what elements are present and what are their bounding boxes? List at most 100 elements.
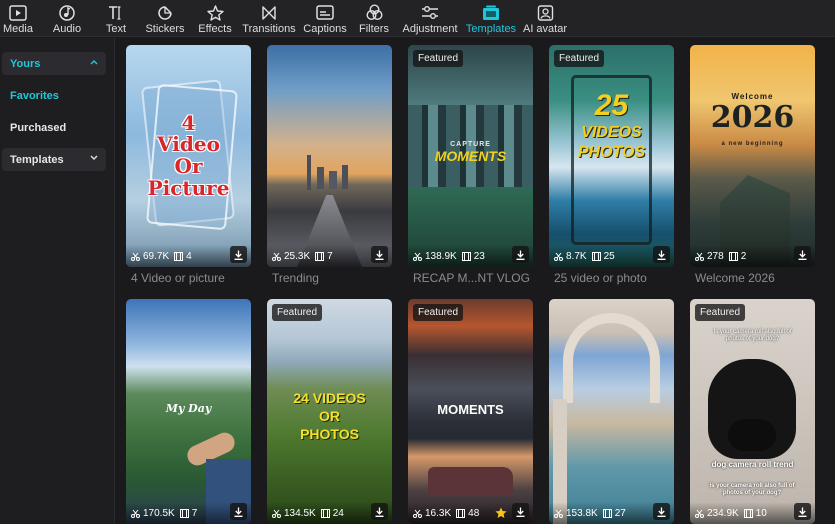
scissors-icon: [695, 252, 704, 261]
template-card[interactable]: 25.3K 7: [267, 45, 392, 267]
thumbnail-overlay-text: dog camera roll trend: [711, 460, 794, 469]
scissors-icon: [131, 509, 140, 518]
thumbnail-overlay-text: Picture: [147, 176, 230, 200]
template-card[interactable]: 4 Video Or Picture 69.7K 4: [126, 45, 251, 267]
thumbnail-overlay-text: Is your camera roll also full of photos …: [713, 329, 792, 343]
tab-templates[interactable]: Templates: [465, 0, 517, 37]
tab-media-label: Media: [3, 23, 33, 35]
sidebar-item-templates[interactable]: Templates: [2, 148, 106, 171]
clips-icon: [456, 508, 466, 518]
download-button[interactable]: [794, 246, 811, 263]
template-card[interactable]: 153.8K 27: [549, 299, 674, 524]
download-button[interactable]: [230, 246, 247, 263]
uses-count: 8.7K: [566, 250, 587, 262]
template-grid: 4 Video Or Picture 69.7K 4 4 Video or pi…: [116, 38, 835, 524]
template-card[interactable]: Is your camera roll also full of photos …: [690, 299, 815, 524]
tab-ai-avatar[interactable]: AI avatar: [522, 0, 568, 37]
clips-count: 4: [186, 250, 192, 262]
scissors-icon: [695, 509, 704, 518]
template-card[interactable]: 25 VIDEOS PHOTOS Featured 8.7K 25: [549, 45, 674, 267]
filters-icon: [365, 3, 383, 22]
sidebar: Yours Favorites Purchased Templates: [0, 38, 115, 524]
download-icon: [234, 507, 243, 517]
tab-audio[interactable]: Audio: [50, 0, 84, 37]
tab-media[interactable]: Media: [3, 0, 33, 37]
featured-badge: Featured: [554, 50, 605, 67]
download-button[interactable]: [794, 503, 811, 520]
template-thumbnail: CAPTURE MOMENTS: [408, 45, 533, 267]
template-card[interactable]: Welcome 2026 a new beginning 278 2: [690, 45, 815, 267]
featured-badge: Featured: [413, 50, 464, 67]
transitions-icon: [261, 3, 277, 22]
template-thumbnail: MOMENTS: [408, 299, 533, 524]
ai-avatar-icon: [537, 3, 554, 22]
captions-icon: [316, 3, 334, 22]
template-title: RECAP M...NT VLOG: [413, 271, 530, 285]
template-thumbnail: Is your camera roll also full of photos …: [690, 299, 815, 524]
uses-count: 234.9K: [707, 507, 739, 519]
download-button[interactable]: [371, 246, 388, 263]
tab-effects-label: Effects: [198, 23, 232, 35]
download-button[interactable]: [512, 246, 529, 263]
download-button[interactable]: [371, 503, 388, 520]
tab-filters[interactable]: Filters: [358, 0, 390, 37]
template-thumbnail: [267, 45, 392, 267]
clips-icon: [315, 251, 325, 261]
download-icon: [798, 507, 807, 517]
tab-stickers[interactable]: Stickers: [144, 0, 186, 37]
scissors-icon: [413, 252, 422, 261]
tab-captions[interactable]: Captions: [302, 0, 348, 37]
featured-badge: Featured: [695, 304, 746, 321]
thumbnail-overlay-text: CAPTURE: [450, 141, 491, 148]
template-card[interactable]: 24 VIDEOS OR PHOTOS Featured 134.5K 24: [267, 299, 392, 524]
thumbnail-overlay-text: MOMENTS: [434, 148, 507, 164]
thumbnail-overlay-text: PHOTOS: [577, 144, 646, 161]
featured-badge: Featured: [272, 304, 323, 321]
template-thumbnail: 4 Video Or Picture: [126, 45, 251, 267]
tab-ai-avatar-label: AI avatar: [522, 23, 568, 35]
template-title: 4 Video or picture: [131, 271, 225, 285]
scissors-icon: [272, 509, 281, 518]
download-button[interactable]: [653, 503, 670, 520]
scissors-icon: [413, 509, 422, 518]
sidebar-item-favorites[interactable]: Favorites: [2, 84, 106, 107]
thumbnail-overlay-text: Or: [174, 154, 203, 178]
text-icon: [107, 3, 125, 22]
chevron-down-icon: [90, 155, 98, 160]
thumbnail-overlay-text: a new beginning: [721, 141, 784, 147]
tab-transitions-label: Transitions: [242, 23, 296, 35]
clips-icon: [179, 508, 189, 518]
download-icon: [375, 250, 384, 260]
top-toolbar: Media Audio Text Stickers Effects Transi…: [0, 0, 835, 37]
uses-count: 25.3K: [284, 250, 311, 262]
download-icon: [375, 507, 384, 517]
tab-audio-label: Audio: [52, 23, 82, 35]
templates-icon: [482, 3, 500, 22]
tab-text[interactable]: Text: [103, 0, 129, 37]
template-card[interactable]: My Day 170.5K 7: [126, 299, 251, 524]
download-button[interactable]: [512, 503, 529, 520]
clips-count: 27: [614, 507, 626, 519]
thumbnail-overlay-text: My Day: [165, 402, 212, 415]
tab-adjustment[interactable]: Adjustment: [401, 0, 459, 37]
thumbnail-overlay-text: 2026: [710, 100, 795, 135]
sidebar-item-yours[interactable]: Yours: [2, 52, 106, 75]
thumbnail-overlay-text: 25: [594, 89, 629, 122]
tab-transitions[interactable]: Transitions: [241, 0, 297, 37]
thumbnail-overlay-text: Video: [157, 132, 220, 156]
download-button[interactable]: [653, 246, 670, 263]
thumbnail-overlay-text: VIDEOS: [581, 124, 642, 141]
template-thumbnail: My Day: [126, 299, 251, 524]
thumbnail-overlay-text: PHOTOS: [300, 426, 359, 442]
uses-count: 69.7K: [143, 250, 170, 262]
tab-templates-label: Templates: [465, 23, 517, 35]
clips-count: 48: [468, 507, 480, 519]
scissors-icon: [272, 252, 281, 261]
thumbnail-overlay-text: 24 VIDEOS: [293, 390, 366, 406]
template-card[interactable]: MOMENTS Featured 16.3K 48: [408, 299, 533, 524]
tab-effects[interactable]: Effects: [196, 0, 234, 37]
sidebar-item-purchased[interactable]: Purchased: [2, 116, 106, 139]
download-button[interactable]: [230, 503, 247, 520]
clips-count: 25: [603, 250, 615, 262]
template-card[interactable]: CAPTURE MOMENTS Featured 138.9K 23: [408, 45, 533, 267]
